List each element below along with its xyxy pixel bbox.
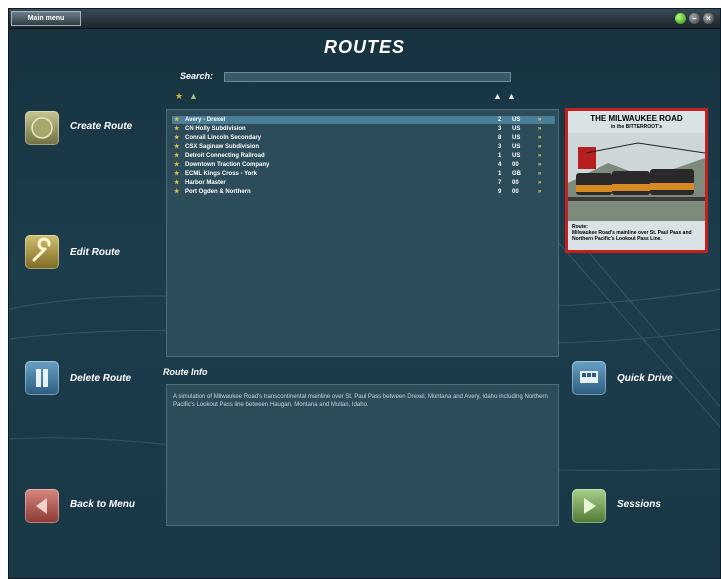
warning-sort-icon[interactable]: ▲	[189, 91, 198, 101]
back-arrow-icon[interactable]	[25, 489, 59, 523]
route-row[interactable]: ★ CSX Saginaw Subdivision 3 US »	[172, 143, 555, 151]
quick-drive-icon[interactable]	[572, 361, 606, 395]
route-name: ECML Kings Cross - York	[185, 171, 258, 177]
column-sort-icon[interactable]: ▲	[507, 91, 516, 101]
delete-route-button[interactable]: Delete Route	[70, 373, 131, 384]
delete-route-icon[interactable]	[25, 361, 59, 395]
route-name: Conrail Lincoln Secondary	[185, 135, 262, 141]
route-count: 7	[498, 180, 502, 186]
route-details-arrow-icon[interactable]: »	[538, 116, 541, 124]
route-details-arrow-icon[interactable]: »	[538, 170, 541, 178]
route-row[interactable]: ★ CN Holly Subdivision 3 US »	[172, 125, 555, 133]
route-count: 1	[498, 153, 502, 159]
route-name: Detroit Connecting Railroad	[185, 153, 265, 159]
route-count: 3	[498, 126, 502, 132]
page-title: ROUTES	[323, 37, 405, 57]
route-row[interactable]: ★ Avery - Drexel 2 US »	[172, 116, 555, 124]
route-country: 00	[512, 180, 519, 186]
route-row[interactable]: ★ ECML Kings Cross - York 1 GB »	[172, 170, 555, 178]
route-row[interactable]: ★ Harbor Master 7 00 »	[172, 179, 555, 187]
route-details-arrow-icon[interactable]: »	[538, 152, 541, 160]
route-row[interactable]: ★ Detroit Connecting Railroad 1 US »	[172, 152, 555, 160]
route-info-heading: Route Info	[163, 367, 208, 377]
edit-route-button[interactable]: Edit Route	[70, 247, 120, 258]
create-route-icon[interactable]	[25, 111, 59, 145]
back-to-menu-button[interactable]: Back to Menu	[70, 499, 135, 510]
preview-title: THE MILWAUKEE ROAD	[590, 114, 683, 123]
route-details-arrow-icon[interactable]: »	[538, 125, 541, 133]
route-name: CSX Saginaw Subdivision	[185, 144, 260, 150]
route-details-arrow-icon[interactable]: »	[538, 134, 541, 142]
favorite-star-icon[interactable]: ★	[174, 143, 179, 151]
route-row[interactable]: ★ Port Ogden & Northern 9 00 »	[172, 188, 555, 196]
route-country: 00	[512, 189, 519, 195]
favorite-star-icon[interactable]: ★	[174, 125, 179, 133]
route-country: 00	[512, 162, 519, 168]
route-country: US	[512, 126, 521, 132]
route-row[interactable]: ★ Conrail Lincoln Secondary 8 US »	[172, 134, 555, 142]
routes-list: ★ Avery - Drexel 2 US » ★ CN Holly Subdivision…	[166, 109, 559, 357]
route-count: 2	[498, 117, 502, 123]
routes-screen: Main menu − × ROUTES Search: ★ ▲ ▲ ▲ ★ Av…	[8, 8, 721, 579]
route-details-arrow-icon[interactable]: »	[538, 143, 541, 151]
route-info-panel: A simulation of Milwaukee Road's transco…	[166, 384, 559, 526]
route-count: 4	[498, 162, 502, 168]
route-row[interactable]: ★ Downtown Traction Company 4 00 »	[172, 161, 555, 169]
route-count: 9	[498, 189, 502, 195]
search-label: Search:	[180, 71, 214, 81]
sessions-button[interactable]: Sessions	[617, 499, 661, 510]
preview-caption: Milwaukee Road's mainline over St. Paul …	[572, 230, 692, 242]
column-sort-icon[interactable]: ▲	[493, 91, 502, 101]
top-bar: Main menu − ×	[9, 9, 720, 29]
close-icon[interactable]: ×	[703, 13, 714, 24]
route-country: US	[512, 117, 521, 123]
favorite-star-icon[interactable]: ★	[174, 152, 179, 160]
route-country: US	[512, 135, 521, 141]
route-country: GB	[512, 171, 521, 177]
favorite-star-icon[interactable]: ★	[174, 134, 179, 142]
preview-subtitle: in the BITTERROOT's	[610, 124, 663, 130]
route-name: Avery - Drexel	[185, 117, 226, 123]
route-preview-image: THE MILWAUKEE ROAD in the BITTERROOT's R…	[565, 108, 708, 253]
route-name: CN Holly Subdivision	[185, 126, 246, 132]
route-name: Port Ogden & Northern	[185, 189, 251, 195]
route-country: US	[512, 144, 521, 150]
main-menu-button[interactable]: Main menu	[11, 11, 81, 26]
favorite-star-icon[interactable]: ★	[174, 170, 179, 178]
route-details-arrow-icon[interactable]: »	[538, 188, 541, 196]
search-input[interactable]	[224, 72, 511, 82]
wrench-icon[interactable]	[25, 235, 59, 269]
route-details-arrow-icon[interactable]: »	[538, 179, 541, 187]
play-icon[interactable]	[572, 489, 606, 523]
route-country: US	[512, 153, 521, 159]
route-name: Downtown Traction Company	[185, 162, 270, 168]
create-route-button[interactable]: Create Route	[70, 121, 132, 132]
route-count: 8	[498, 135, 502, 141]
route-details-arrow-icon[interactable]: »	[538, 161, 541, 169]
route-info-text: A simulation of Milwaukee Road's transco…	[173, 394, 548, 408]
favorite-sort-icon[interactable]: ★	[175, 91, 183, 102]
route-count: 3	[498, 144, 502, 150]
favorite-star-icon[interactable]: ★	[174, 188, 179, 196]
favorite-star-icon[interactable]: ★	[174, 161, 179, 169]
locomotive-picture	[568, 133, 705, 221]
favorite-star-icon[interactable]: ★	[174, 179, 179, 187]
status-indicator-icon	[675, 13, 686, 24]
favorite-star-icon[interactable]: ★	[174, 116, 179, 124]
minimize-icon[interactable]: −	[689, 13, 700, 24]
quick-drive-button[interactable]: Quick Drive	[617, 373, 673, 384]
route-name: Harbor Master	[185, 180, 226, 186]
route-count: 1	[498, 171, 502, 177]
